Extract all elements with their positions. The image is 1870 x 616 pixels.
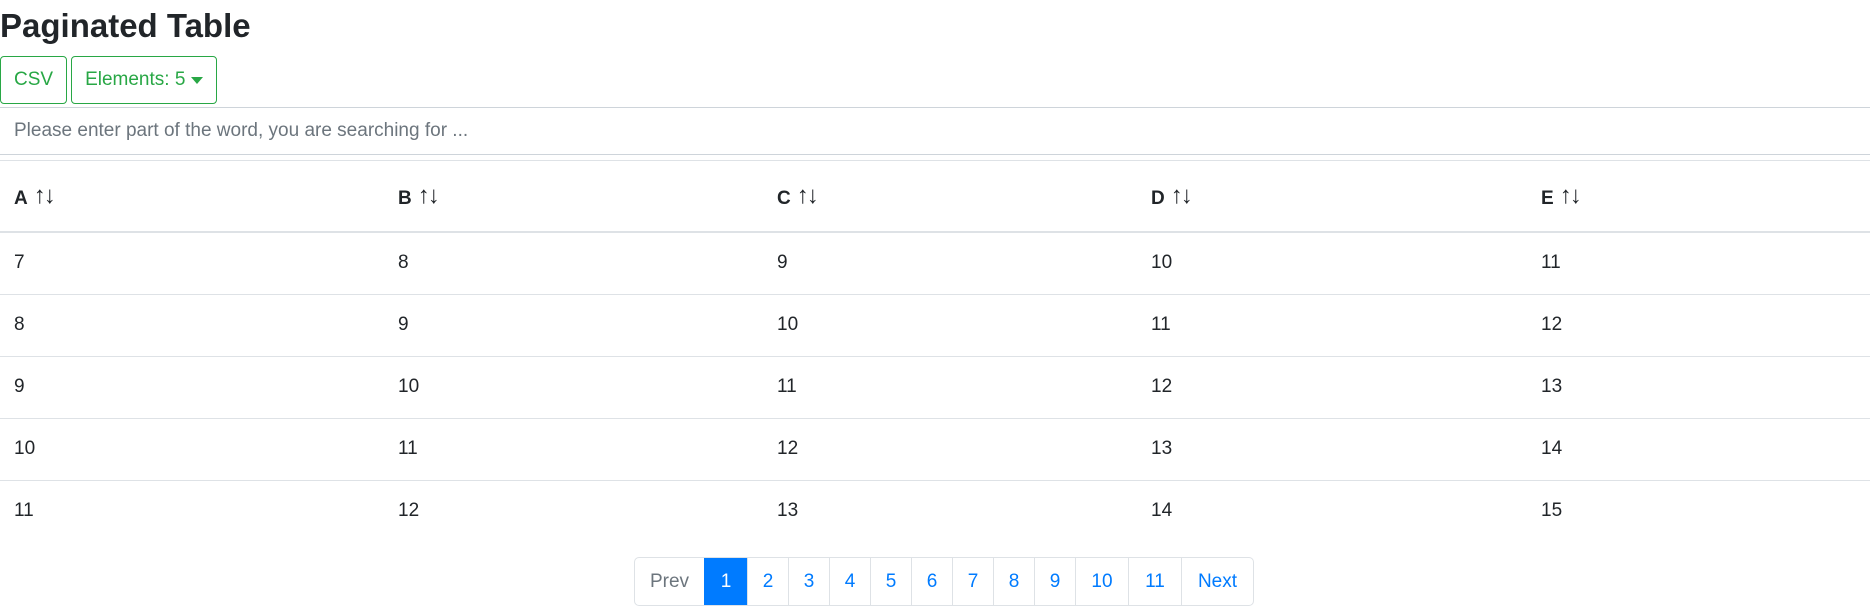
table-cell: 10 [384, 355, 763, 418]
sort-arrows-icon[interactable]: ↑↓ [1171, 182, 1193, 209]
page-button-7[interactable]: 7 [952, 558, 993, 605]
table-cell: 10 [763, 293, 1137, 356]
next-page-button[interactable]: Next [1181, 558, 1253, 605]
sort-arrows-icon[interactable]: ↑↓ [797, 182, 819, 209]
column-header-c[interactable]: C ↑↓ [763, 161, 1137, 232]
table-cell: 12 [1527, 293, 1870, 356]
toolbar: CSV Elements: 5 [0, 56, 218, 104]
column-header-label: E [1541, 187, 1554, 209]
page-button-8[interactable]: 8 [993, 558, 1034, 605]
table-cell: 14 [1137, 479, 1527, 542]
table-cell: 11 [1541, 252, 1561, 273]
table-cell: 9 [777, 252, 788, 273]
column-header-d[interactable]: D ↑↓ [1137, 161, 1527, 232]
page-button-6[interactable]: 6 [911, 558, 952, 605]
caret-down-icon [191, 76, 204, 84]
elements-dropdown-label: Elements: 5 [85, 69, 186, 90]
sort-arrows-icon[interactable]: ↑↓ [418, 182, 440, 209]
table-row: 11 12 13 14 15 [0, 479, 1870, 542]
page-button-5[interactable]: 5 [870, 558, 911, 605]
table-row: 10 11 12 13 14 [0, 417, 1870, 480]
table-cell: 13 [1137, 417, 1527, 480]
page-button-11[interactable]: 11 [1128, 558, 1181, 605]
page-button-10[interactable]: 10 [1075, 558, 1128, 605]
page-button-3[interactable]: 3 [788, 558, 829, 605]
table-cell: 12 [1137, 355, 1527, 418]
table-cell: 14 [1527, 417, 1870, 480]
page-button-2[interactable]: 2 [747, 558, 788, 605]
sort-arrows-icon[interactable]: ↑↓ [34, 182, 56, 209]
table-row: 7 8 9 10 11 [0, 232, 1870, 295]
table-cell: 13 [763, 479, 1137, 542]
table-cell: 11 [763, 355, 1137, 418]
pagination: Prev 1 2 3 4 5 6 7 8 9 10 11 Next [634, 557, 1254, 606]
table-cell: 9 [0, 355, 384, 418]
page-button-4[interactable]: 4 [829, 558, 870, 605]
table-cell: 9 [384, 293, 763, 356]
table-cell: 12 [763, 417, 1137, 480]
column-header-e[interactable]: E ↑↓ [1527, 161, 1870, 232]
table-cell: 10 [0, 417, 384, 480]
sort-arrows-icon[interactable]: ↑↓ [1560, 182, 1582, 209]
table-cell: 12 [384, 479, 763, 542]
page-button-1[interactable]: 1 [704, 558, 747, 605]
table-cell: 7 [14, 252, 25, 273]
table-cell: 11 [384, 417, 763, 480]
table-header-row: A ↑↓ B ↑↓ C ↑↓ D ↑↓ E ↑↓ [0, 160, 1870, 232]
table-row: 8 9 10 11 12 [0, 293, 1870, 356]
column-header-label: A [14, 187, 28, 209]
prev-page-button[interactable]: Prev [635, 558, 704, 605]
table-cell: 11 [0, 479, 384, 542]
data-table: A ↑↓ B ↑↓ C ↑↓ D ↑↓ E ↑↓ 7 8 9 10 11 8 9 10 1… [0, 160, 1870, 542]
table-cell: 13 [1527, 355, 1870, 418]
page-button-9[interactable]: 9 [1034, 558, 1075, 605]
search-input[interactable] [0, 107, 1870, 155]
page-title: Paginated Table [0, 7, 251, 44]
table-cell: 8 [0, 293, 384, 356]
elements-dropdown-button[interactable]: Elements: 5 [71, 56, 218, 104]
table-cell: 11 [1137, 293, 1527, 356]
table-cell: 10 [1151, 252, 1173, 273]
csv-button[interactable]: CSV [0, 56, 68, 104]
column-header-label: B [398, 187, 412, 209]
table-row: 9 10 11 12 13 [0, 355, 1870, 418]
column-header-b[interactable]: B ↑↓ [384, 161, 763, 232]
column-header-a[interactable]: A ↑↓ [0, 161, 384, 232]
column-header-label: C [777, 187, 791, 209]
table-cell: 15 [1527, 479, 1870, 542]
table-cell: 8 [398, 252, 409, 273]
column-header-label: D [1151, 187, 1165, 209]
